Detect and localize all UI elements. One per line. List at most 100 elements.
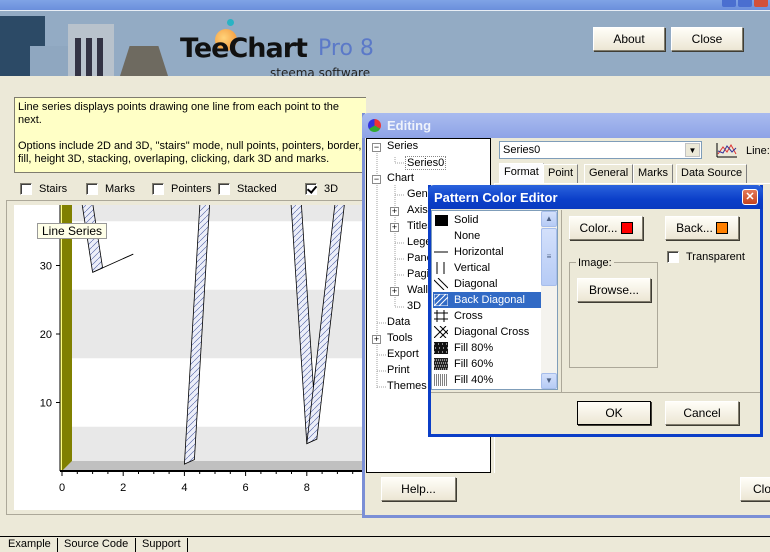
checkbox-box[interactable] xyxy=(305,183,317,195)
series-select[interactable]: Series0 ▼ xyxy=(499,141,702,159)
pattern-item[interactable]: Cross xyxy=(433,308,541,324)
tree-item-data[interactable]: Data xyxy=(387,316,410,328)
pattern-item[interactable]: Vertical xyxy=(433,260,541,276)
diagonal-lines-icon xyxy=(434,278,448,290)
ok-button[interactable]: OK xyxy=(577,401,651,425)
help-button[interactable]: Help... xyxy=(381,477,456,501)
pattern-editor-title-bar[interactable]: Pattern Color Editor ✕ xyxy=(428,185,763,209)
pattern-item[interactable]: Diagonal xyxy=(433,276,541,292)
checkbox-label: Stairs xyxy=(39,183,68,195)
cancel-button[interactable]: Cancel xyxy=(665,401,739,425)
line-point xyxy=(123,253,134,260)
expand-icon[interactable]: + xyxy=(372,335,381,344)
image-group-label: Image: xyxy=(576,257,614,269)
checkbox-box[interactable] xyxy=(86,183,98,195)
tree-item-axis[interactable]: Axis xyxy=(407,204,428,216)
x-tick-label: 8 xyxy=(304,482,310,494)
tree-item-print[interactable]: Print xyxy=(387,364,410,376)
pattern-item-label: Cross xyxy=(454,310,483,322)
3d-checkbox[interactable]: 3D xyxy=(305,183,338,195)
maximize-button[interactable] xyxy=(738,0,752,7)
color-button[interactable]: Color... xyxy=(569,216,643,240)
checkbox-label: Marks xyxy=(105,183,135,195)
close-icon[interactable]: ✕ xyxy=(742,189,758,205)
teechart-icon xyxy=(368,119,381,132)
tab-data-source[interactable]: Data Source xyxy=(676,164,748,183)
tree-item-series[interactable]: Series xyxy=(387,140,418,152)
logo-text: TeeChart xyxy=(180,33,308,64)
back-color-button[interactable]: Back... xyxy=(665,216,739,240)
marks-checkbox[interactable]: Marks xyxy=(86,183,135,195)
none-icon xyxy=(434,230,448,242)
fill-80-icon xyxy=(434,342,448,354)
minimize-button[interactable] xyxy=(722,0,736,7)
checkbox-box[interactable] xyxy=(152,183,164,195)
tree-item-tools[interactable]: Tools xyxy=(387,332,413,344)
checkbox-label: 3D xyxy=(324,183,339,195)
checkbox-label: Stacked xyxy=(237,183,277,195)
about-button[interactable]: About xyxy=(593,27,665,51)
collapse-icon[interactable]: − xyxy=(372,143,381,152)
stacked-checkbox[interactable]: Stacked xyxy=(218,183,277,195)
pattern-item[interactable]: None xyxy=(433,228,541,244)
pattern-item[interactable]: Back Diagonal xyxy=(433,292,541,308)
scroll-up-icon[interactable]: ▲ xyxy=(541,211,557,227)
tree-item-3d[interactable]: 3D xyxy=(407,300,421,312)
checkbox-box[interactable] xyxy=(218,183,230,195)
line-chart: 10203040506070809002468 xyxy=(40,0,366,494)
pattern-item-label: Fill 60% xyxy=(454,358,494,370)
expand-icon[interactable]: + xyxy=(390,223,399,232)
tab-format[interactable]: Format xyxy=(499,163,544,184)
back-color-swatch xyxy=(715,222,728,234)
pattern-list[interactable]: Solid None Horizontal Vertical Diagonal Back … xyxy=(431,210,558,390)
pattern-item[interactable]: Fill 80% xyxy=(433,340,541,356)
grid-band xyxy=(72,152,366,222)
building-graphic xyxy=(75,38,81,76)
pattern-item[interactable]: Fill 60% xyxy=(433,356,541,372)
close-app-button[interactable]: Close xyxy=(671,27,743,51)
solid-swatch-icon xyxy=(435,215,448,226)
pattern-item-label: None xyxy=(454,230,481,242)
pattern-item[interactable]: Diagonal Cross xyxy=(433,324,541,340)
tab-general[interactable]: General xyxy=(584,164,634,183)
tree-item-series0[interactable]: Series0 xyxy=(405,156,447,170)
building-graphic xyxy=(30,46,70,76)
divider xyxy=(431,392,760,393)
tab-marks[interactable]: Marks xyxy=(633,164,673,183)
x-tick-label: 0 xyxy=(59,482,65,494)
color-label: Color... xyxy=(579,221,618,235)
editing-title-bar[interactable]: Editing xyxy=(362,113,770,138)
series-select-value: Series0 xyxy=(503,144,541,156)
expand-icon[interactable]: + xyxy=(390,287,399,296)
pattern-list-scrollbar[interactable]: ▲ ≡ ▼ xyxy=(541,211,557,389)
chevron-down-icon[interactable]: ▼ xyxy=(685,143,700,157)
editing-close-button[interactable]: Close xyxy=(740,477,770,501)
building-graphic xyxy=(120,46,168,76)
collapse-icon[interactable]: − xyxy=(372,175,381,184)
grid-band xyxy=(72,426,366,461)
pattern-item[interactable]: Horizontal xyxy=(433,244,541,260)
cross-hatch-icon xyxy=(434,310,448,322)
pattern-item[interactable]: Solid xyxy=(433,212,541,228)
tree-item-chart[interactable]: Chart xyxy=(387,172,414,184)
color-swatch xyxy=(620,222,633,234)
scroll-thumb[interactable]: ≡ xyxy=(541,228,557,286)
tree-item-export[interactable]: Export xyxy=(387,348,419,360)
pattern-item-label: Fill 40% xyxy=(454,374,494,386)
tree-item-themes[interactable]: Themes xyxy=(387,380,427,392)
tab-point[interactable]: Point xyxy=(543,164,579,183)
checkbox-box[interactable] xyxy=(667,251,679,263)
close-button[interactable] xyxy=(754,0,768,7)
pattern-item-label: Horizontal xyxy=(454,246,504,258)
logo-subtitle: steema software xyxy=(270,66,371,76)
checkbox-label: Pointers xyxy=(171,183,212,195)
y-tick-label: 30 xyxy=(40,261,52,273)
checkbox-box[interactable] xyxy=(20,183,32,195)
transparent-checkbox[interactable]: Transparent xyxy=(667,251,745,263)
pointers-checkbox[interactable]: Pointers xyxy=(152,183,211,195)
scroll-down-icon[interactable]: ▼ xyxy=(541,373,557,389)
expand-icon[interactable]: + xyxy=(390,207,399,216)
stairs-checkbox[interactable]: Stairs xyxy=(20,183,67,195)
pattern-item[interactable]: Fill 40% xyxy=(433,372,541,388)
browse-button[interactable]: Browse... xyxy=(577,278,651,302)
